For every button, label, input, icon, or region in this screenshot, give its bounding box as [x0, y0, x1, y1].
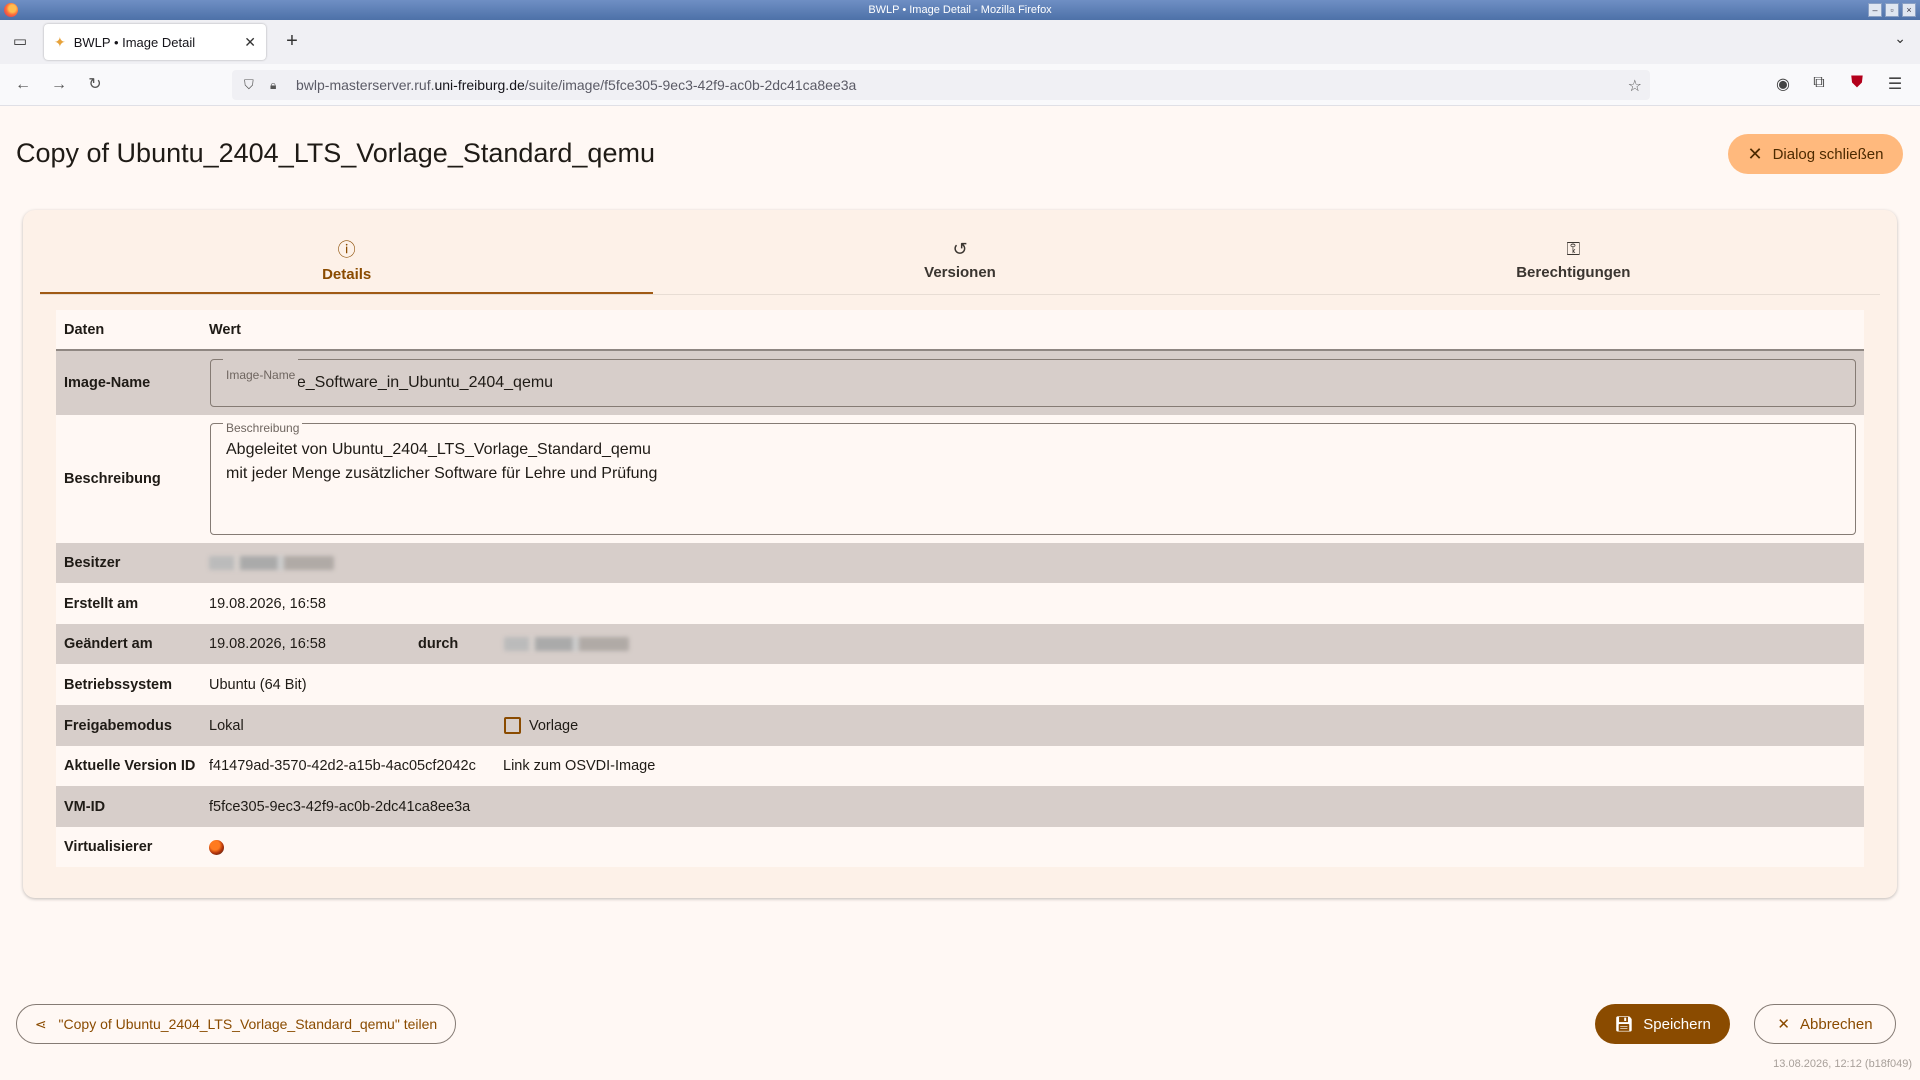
tab-versionen-label: Versionen — [924, 264, 996, 281]
header-data: Daten — [64, 321, 105, 338]
table-row: Erstellt am 19.08.2026, 16:58 — [56, 583, 1864, 624]
menu-icon[interactable]: ☰ — [1884, 74, 1906, 94]
info-icon: ⓘ — [337, 239, 356, 260]
table-row: Freigabemodus Lokal Vorlage — [56, 705, 1864, 746]
tab-berechtigungen[interactable]: ⚿ Berechtigungen — [1267, 226, 1880, 294]
browser-navbar: ← → ↻ ⛉ 🔒︎ bwlp-masterserver.ruf. uni-fre… — [0, 64, 1920, 106]
table-header: Daten Wert — [56, 310, 1864, 351]
created-label: Erstellt am — [64, 595, 139, 612]
close-dialog-button[interactable]: ✕ Dialog schließen — [1728, 134, 1903, 174]
description-line-2: mit jeder Menge zusätzlicher Software fü… — [226, 465, 658, 482]
firefox-logo-icon — [4, 3, 18, 17]
chevron-down-icon[interactable]: ⌄ — [1894, 30, 1906, 47]
share-mode-value: Lokal — [209, 717, 244, 734]
url-path: /suite/image/f5fce305-9ec3-42f9-ac0b-2dc… — [524, 77, 857, 93]
back-button[interactable]: ← — [12, 74, 34, 96]
description-label: Beschreibung — [64, 471, 161, 487]
description-legend: Beschreibung — [223, 416, 303, 440]
key-icon: ⚿ — [1566, 239, 1581, 259]
save-icon: 💾︎ — [1614, 1016, 1634, 1033]
bookmark-star-icon[interactable]: ☆ — [1628, 76, 1642, 96]
favicon-icon: ✦ — [54, 33, 66, 50]
page-title: Copy of Ubuntu_2404_LTS_Vorlage_Standard… — [16, 138, 655, 168]
reload-button[interactable]: ↻ — [84, 74, 106, 96]
owner-label: Besitzer — [64, 555, 121, 571]
header-value: Wert — [209, 321, 241, 338]
close-dialog-label: Dialog schließen — [1772, 145, 1884, 163]
browser-tab[interactable]: ✦ BWLP • Image Detail ✕ — [44, 24, 266, 60]
build-info: 13.08.2026, 12:12 (b18f049) — [1773, 1058, 1912, 1070]
share-button[interactable]: ⋖ "Copy of Ubuntu_2404_LTS_Vorlage_Stand… — [16, 1004, 456, 1044]
cancel-button[interactable]: ✕ Abbrechen — [1754, 1004, 1896, 1044]
ublock-icon[interactable]: ⛊ — [1846, 74, 1868, 92]
table-row: Besitzer — [56, 543, 1864, 583]
template-checkbox[interactable]: Vorlage — [504, 717, 578, 734]
maximize-button[interactable]: ▫ — [1885, 3, 1899, 17]
share-button-label: "Copy of Ubuntu_2404_LTS_Vorlage_Standar… — [58, 1016, 438, 1032]
tab-berechtigungen-label: Berechtigungen — [1516, 264, 1631, 281]
changed-by-label: durch — [418, 636, 459, 652]
window-controls: – ▫ × — [1868, 3, 1916, 17]
history-icon: ↺ — [952, 239, 968, 259]
table-row: VM-ID f5fce305-9ec3-42f9-ac0b-2dc41ca8ee… — [56, 786, 1864, 827]
lock-icon[interactable]: 🔒︎ — [270, 78, 286, 93]
url-host: uni-freiburg.de — [434, 77, 525, 93]
created-value: 19.08.2026, 16:58 — [209, 595, 326, 612]
table-row: Geändert am 19.08.2026, 16:58 durch — [56, 624, 1864, 664]
browser-tab-title: BWLP • Image Detail — [73, 34, 196, 50]
vm-id-label: VM-ID — [64, 798, 106, 815]
close-tab-icon[interactable]: ✕ — [244, 34, 256, 51]
table-row: Image-Name Image-Name Viele_neue_Softwar… — [56, 351, 1864, 415]
browser-tabbar: ▭ ✦ BWLP • Image Detail ✕ + ⌄ — [0, 20, 1920, 64]
table-row: Aktuelle Version ID f41479ad-3570-42d2-a… — [56, 746, 1864, 786]
current-version-value: f41479ad-3570-42d2-a15b-4ac05cf2042c — [209, 758, 476, 774]
tab-versionen[interactable]: ↺ Versionen — [653, 226, 1266, 294]
new-tab-button[interactable]: + — [280, 30, 304, 54]
changed-by-value-redacted — [504, 637, 629, 651]
template-checkbox-box[interactable] — [504, 717, 521, 734]
shield-icon[interactable]: ⛉ — [244, 77, 260, 93]
detail-tabs: ⓘ Details ↺ Versionen ⚿ Berechtigungen — [40, 226, 1880, 295]
virtualizer-label: Virtualisierer — [64, 839, 153, 855]
tab-details-label: Details — [322, 265, 372, 283]
osvdi-link[interactable]: Link zum OSVDI-Image — [503, 758, 655, 774]
close-icon: ✕ — [1747, 143, 1763, 164]
tab-details[interactable]: ⓘ Details — [40, 226, 654, 294]
minimize-button[interactable]: – — [1868, 3, 1882, 17]
os-value: Ubuntu (64 Bit) — [209, 676, 307, 693]
forward-button[interactable]: → — [48, 74, 70, 96]
description-line-1: Abgeleitet von Ubuntu_2404_LTS_Vorlage_S… — [226, 441, 651, 458]
url-prefix: bwlp-masterserver.ruf. — [296, 77, 435, 93]
template-label: Vorlage — [529, 717, 579, 734]
window-titlebar: BWLP • Image Detail - Mozilla Firefox – … — [0, 0, 1920, 20]
cancel-button-label: Abbrechen — [1800, 1015, 1873, 1033]
table-row: Betriebssystem Ubuntu (64 Bit) — [56, 664, 1864, 705]
extensions-icon[interactable]: ⧉ — [1808, 74, 1830, 92]
close-icon: ✕ — [1777, 1016, 1790, 1033]
details-table: Daten Wert Image-Name Image-Name Viele_n… — [56, 310, 1864, 867]
description-field[interactable]: Beschreibung Abgeleitet von Ubuntu_2404_… — [210, 416, 1856, 535]
table-row: Beschreibung Beschreibung Abgeleitet von… — [56, 415, 1864, 543]
changed-label: Geändert am — [64, 636, 153, 652]
table-row: Virtualisierer — [56, 827, 1864, 867]
owner-value-redacted — [209, 556, 334, 570]
image-name-field[interactable]: Image-Name Viele_neue_Software_in_Ubuntu… — [210, 352, 1856, 407]
close-window-button[interactable]: × — [1902, 3, 1916, 17]
url-bar[interactable]: ⛉ 🔒︎ bwlp-masterserver.ruf. uni-freiburg.… — [232, 70, 1650, 100]
save-button[interactable]: 💾︎ Speichern — [1595, 1004, 1730, 1044]
changed-value: 19.08.2026, 16:58 — [209, 636, 326, 652]
tab-list-icon[interactable]: ▭ — [10, 32, 30, 52]
account-icon[interactable]: ◉ — [1772, 74, 1794, 94]
virtualizer-value — [209, 839, 224, 855]
share-mode-label: Freigabemodus — [64, 717, 172, 734]
image-name-label: Image-Name — [64, 375, 151, 391]
window-title: BWLP • Image Detail - Mozilla Firefox — [868, 4, 1052, 16]
qemu-icon — [209, 839, 224, 855]
os-label: Betriebssystem — [64, 676, 172, 693]
current-version-label: Aktuelle Version ID — [64, 758, 196, 774]
share-icon: ⋖ — [34, 1015, 47, 1032]
image-name-legend: Image-Name — [223, 352, 299, 398]
save-button-label: Speichern — [1643, 1015, 1711, 1033]
vm-id-value: f5fce305-9ec3-42f9-ac0b-2dc41ca8ee3a — [209, 798, 471, 815]
